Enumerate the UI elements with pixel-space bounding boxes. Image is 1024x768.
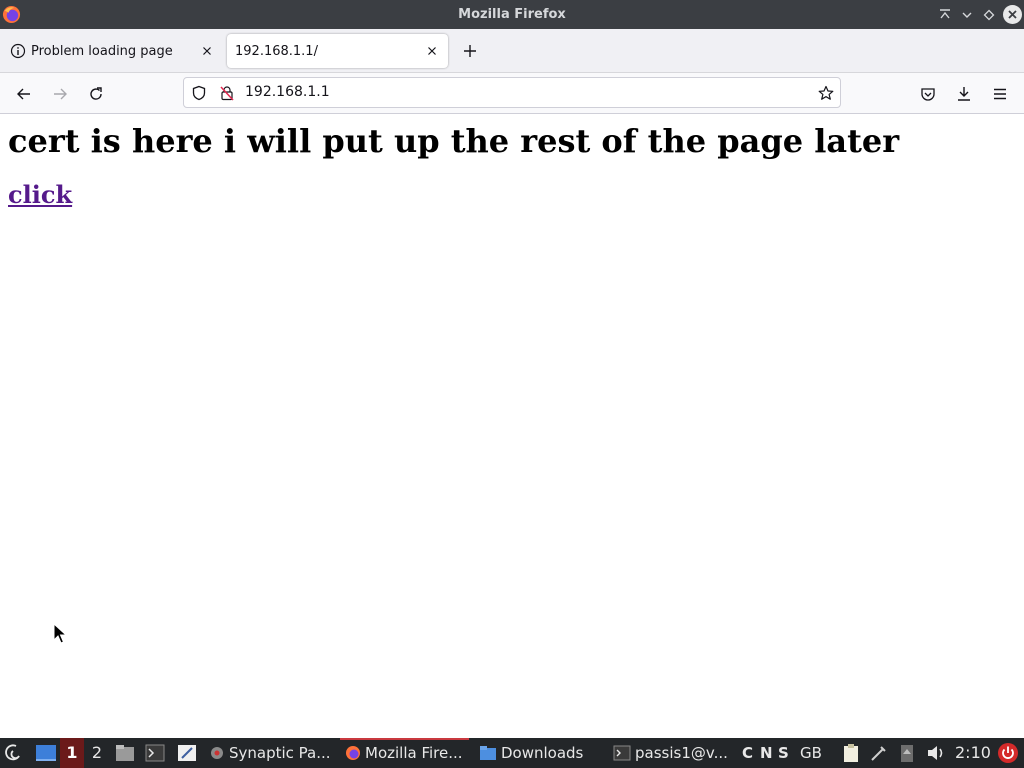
window-titlebar: Mozilla Firefox [0, 0, 1024, 29]
minimize-button[interactable] [956, 4, 978, 26]
forward-button[interactable] [47, 81, 73, 107]
task-firefox[interactable]: Mozilla Fire... [345, 738, 463, 768]
arrow-right-icon [54, 88, 67, 100]
new-tab-button[interactable] [459, 40, 481, 62]
debian-swirl-icon [5, 744, 20, 761]
pocket-icon [921, 88, 935, 101]
reload-icon [90, 87, 102, 100]
tab-problem-loading[interactable]: Problem loading page [2, 34, 222, 68]
pocket-button[interactable] [915, 81, 941, 107]
page-heading: cert is here i will put up the rest of t… [8, 122, 900, 160]
task-terminal[interactable]: passis1@v... [613, 738, 728, 768]
arrow-left-icon [17, 88, 30, 100]
close-window-button[interactable] [1003, 5, 1022, 24]
folder-icon [480, 746, 496, 760]
close-icon [428, 47, 436, 55]
info-icon [10, 43, 26, 59]
synaptic-icon [211, 747, 223, 759]
tab-label: Problem loading page [31, 43, 173, 59]
clipboard-button[interactable] [842, 738, 860, 768]
tracking-protection-shield-icon[interactable] [190, 84, 208, 102]
task-synaptic[interactable]: Synaptic Pa... [209, 738, 331, 768]
network-plug-icon [871, 746, 886, 761]
clipboard-icon [844, 744, 858, 762]
back-button[interactable] [11, 81, 37, 107]
download-icon [958, 87, 970, 101]
bookmark-star-icon[interactable] [817, 84, 835, 102]
tab-close-button[interactable] [424, 43, 440, 59]
close-icon [1008, 10, 1017, 19]
navigation-toolbar: 192.168.1.1 [0, 73, 1024, 114]
url-text[interactable]: 192.168.1.1 [245, 78, 330, 107]
firefox-icon [346, 746, 360, 760]
speaker-icon [928, 746, 943, 760]
diamond-icon [983, 9, 995, 20]
downloads-button[interactable] [951, 81, 977, 107]
terminal-launcher[interactable] [145, 738, 165, 768]
terminal-icon [145, 744, 165, 762]
scroll-lock-indicator: S [778, 744, 789, 762]
window-title: Mozilla Firefox [458, 7, 566, 22]
start-menu-button[interactable] [4, 738, 24, 768]
plus-icon [464, 45, 476, 57]
keep-above-icon [940, 8, 950, 18]
file-manager-icon [116, 745, 134, 761]
power-icon [998, 743, 1018, 763]
chevron-down-icon [962, 12, 972, 18]
close-icon [203, 47, 211, 55]
battery-icon [901, 745, 913, 762]
text-editor-launcher[interactable] [177, 738, 197, 768]
tab-192-168-1-1[interactable]: 192.168.1.1/ [227, 34, 448, 68]
tab-label: 192.168.1.1/ [235, 43, 318, 59]
page-content: cert is here i will put up the rest of t… [0, 114, 1024, 738]
taskbar: 1 2 Synaptic Pa... Mozilla Fire... Downl… [0, 738, 1024, 768]
maximize-button[interactable] [978, 4, 1000, 26]
task-downloads[interactable]: Downloads [479, 738, 583, 768]
task-label: Mozilla Fire... [365, 744, 463, 762]
network-button[interactable] [870, 738, 888, 768]
keyboard-layout[interactable]: GB [800, 738, 822, 768]
window-controls [934, 0, 1024, 29]
desktop-icon [36, 745, 56, 761]
click-link[interactable]: click [8, 180, 72, 209]
url-bar[interactable]: 192.168.1.1 [183, 77, 841, 108]
terminal-icon [613, 745, 631, 761]
tab-strip: Problem loading page 192.168.1.1/ [0, 29, 1024, 73]
insecure-lock-icon[interactable] [218, 84, 236, 102]
battery-button[interactable] [899, 738, 915, 768]
tab-close-button[interactable] [199, 43, 215, 59]
file-manager-launcher[interactable] [115, 738, 135, 768]
num-lock-indicator: N [760, 744, 773, 762]
show-desktop-button[interactable] [35, 738, 57, 768]
clock[interactable]: 2:10 [955, 738, 991, 768]
hamburger-menu-icon [994, 88, 1006, 100]
reload-button[interactable] [83, 81, 109, 107]
link-heading: click [8, 180, 72, 210]
task-label: passis1@v... [635, 744, 728, 762]
mouse-cursor-icon [53, 623, 67, 644]
workspace-1[interactable]: 1 [60, 738, 84, 768]
app-menu-button[interactable] [987, 81, 1013, 107]
keep-above-button[interactable] [934, 4, 956, 26]
volume-button[interactable] [926, 738, 946, 768]
text-editor-icon [178, 745, 196, 761]
task-label: Downloads [501, 744, 584, 762]
caps-lock-indicator: C [742, 744, 754, 762]
workspace-2[interactable]: 2 [85, 738, 109, 768]
task-label: Synaptic Pa... [229, 744, 331, 762]
power-button[interactable] [997, 738, 1019, 768]
